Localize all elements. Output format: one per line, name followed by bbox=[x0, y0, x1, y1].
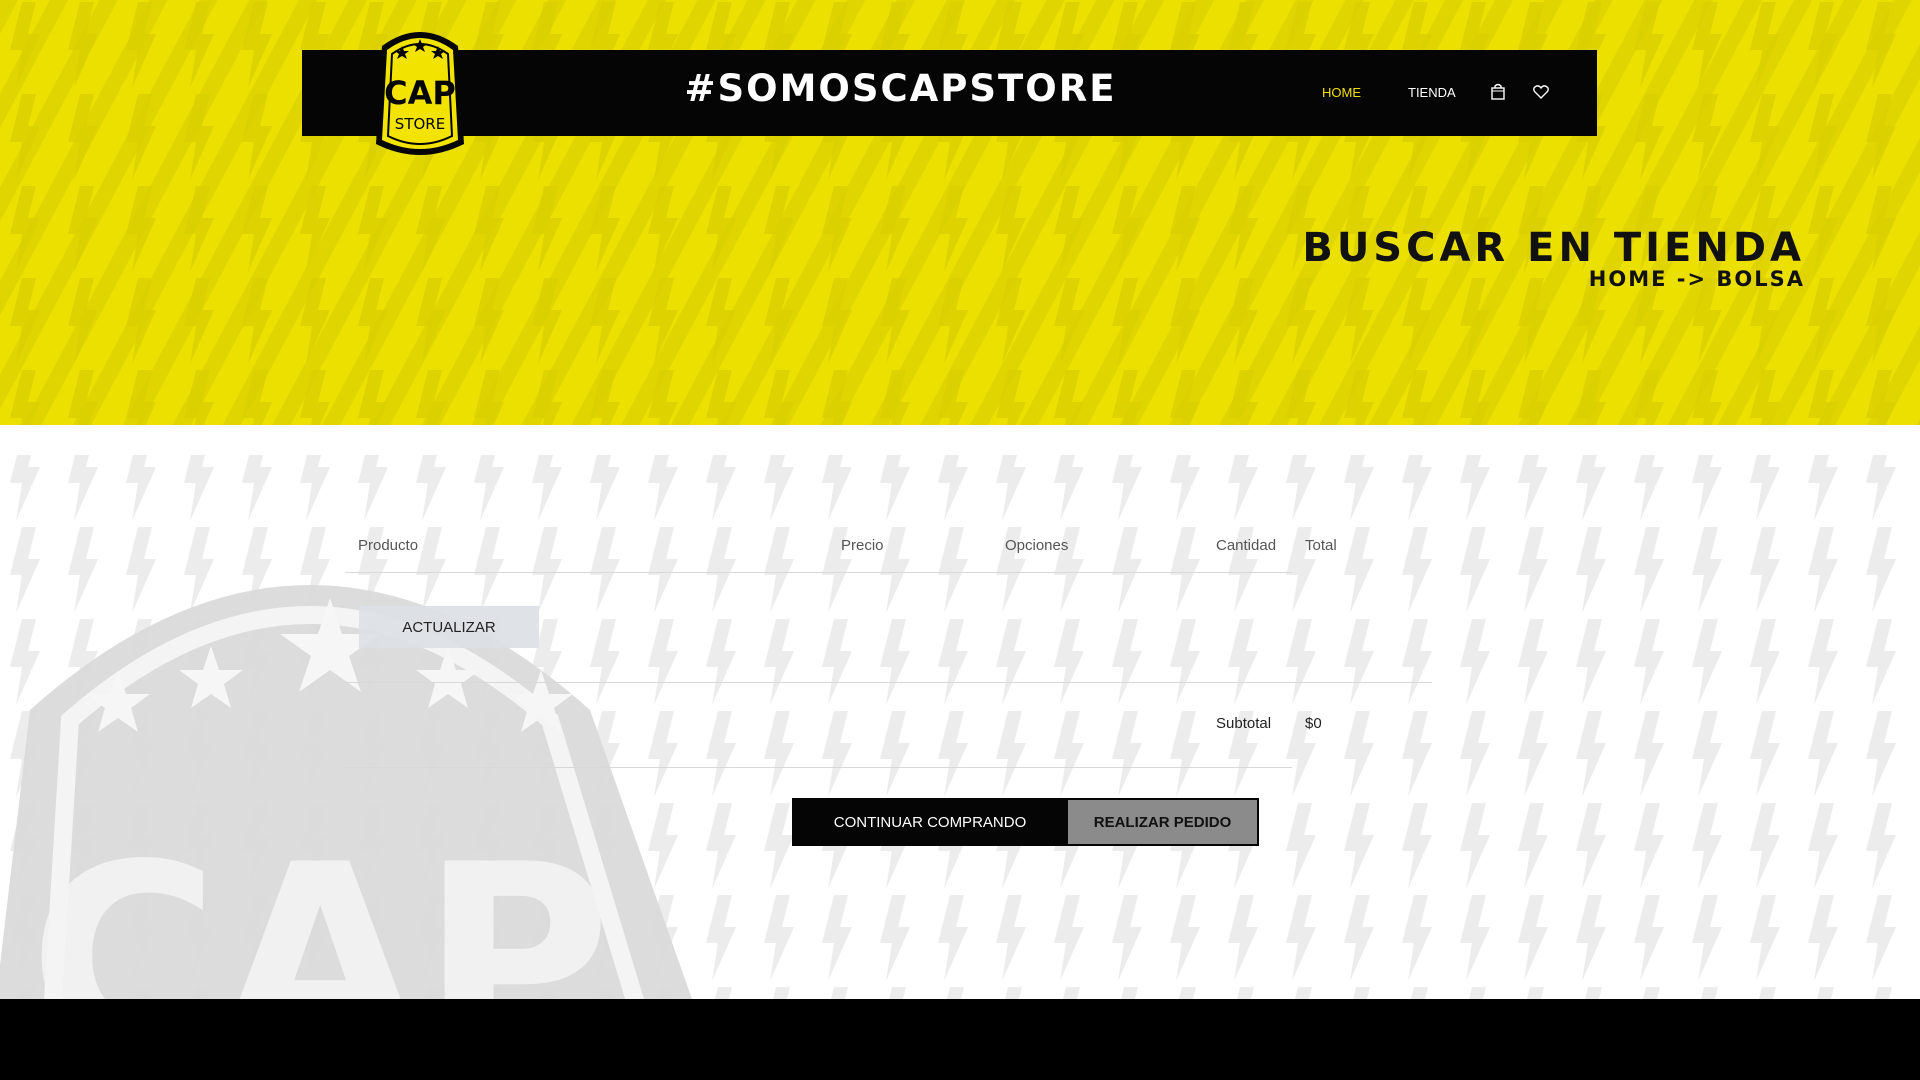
breadcrumb-home[interactable]: HOME bbox=[1589, 266, 1668, 292]
breadcrumb: HOME -> BOLSA bbox=[1589, 266, 1805, 292]
column-header-product: Producto bbox=[358, 537, 419, 554]
column-header-total: Total bbox=[1305, 537, 1337, 554]
column-header-quantity: Cantidad bbox=[1216, 537, 1277, 554]
capstore-logo[interactable]: CAP STORE bbox=[372, 24, 468, 162]
logo-text-store: STORE bbox=[395, 115, 445, 133]
heart-icon[interactable] bbox=[1532, 83, 1550, 101]
breadcrumb-current: BOLSA bbox=[1716, 267, 1805, 291]
hero-banner: CAP STORE #SOMOSCAPSTORE HOME TIENDA BUS… bbox=[0, 0, 1920, 425]
update-cart-button[interactable]: ACTUALIZAR bbox=[359, 606, 539, 648]
table-header-divider bbox=[345, 572, 1292, 573]
checkout-button-group: CONTINUAR COMPRANDO REALIZAR PEDIDO bbox=[792, 798, 1259, 846]
nav-home-link[interactable]: HOME bbox=[1322, 84, 1361, 102]
shopping-bag-icon[interactable] bbox=[1489, 83, 1507, 101]
logo-text-cap: CAP bbox=[384, 74, 456, 112]
column-header-options: Opciones bbox=[1005, 537, 1069, 554]
subtotal-divider bbox=[345, 767, 1292, 768]
table-body-divider bbox=[345, 682, 1432, 683]
slogan: #SOMOSCAPSTORE bbox=[684, 67, 1117, 110]
column-header-price: Precio bbox=[841, 537, 884, 554]
nav-shop-link[interactable]: TIENDA bbox=[1408, 84, 1456, 102]
watermark-logo-text: CAP bbox=[29, 810, 612, 999]
footer bbox=[0, 999, 1920, 1080]
watermark-logo: CAP bbox=[0, 585, 692, 999]
continue-shopping-button[interactable]: CONTINUAR COMPRANDO bbox=[794, 800, 1066, 844]
cart-section: CAP bbox=[0, 425, 1920, 999]
place-order-button[interactable]: REALIZAR PEDIDO bbox=[1068, 800, 1257, 844]
breadcrumb-arrow: -> bbox=[1676, 267, 1708, 291]
subtotal-value: $0 bbox=[1305, 715, 1322, 732]
subtotal-label: Subtotal bbox=[1216, 715, 1272, 732]
